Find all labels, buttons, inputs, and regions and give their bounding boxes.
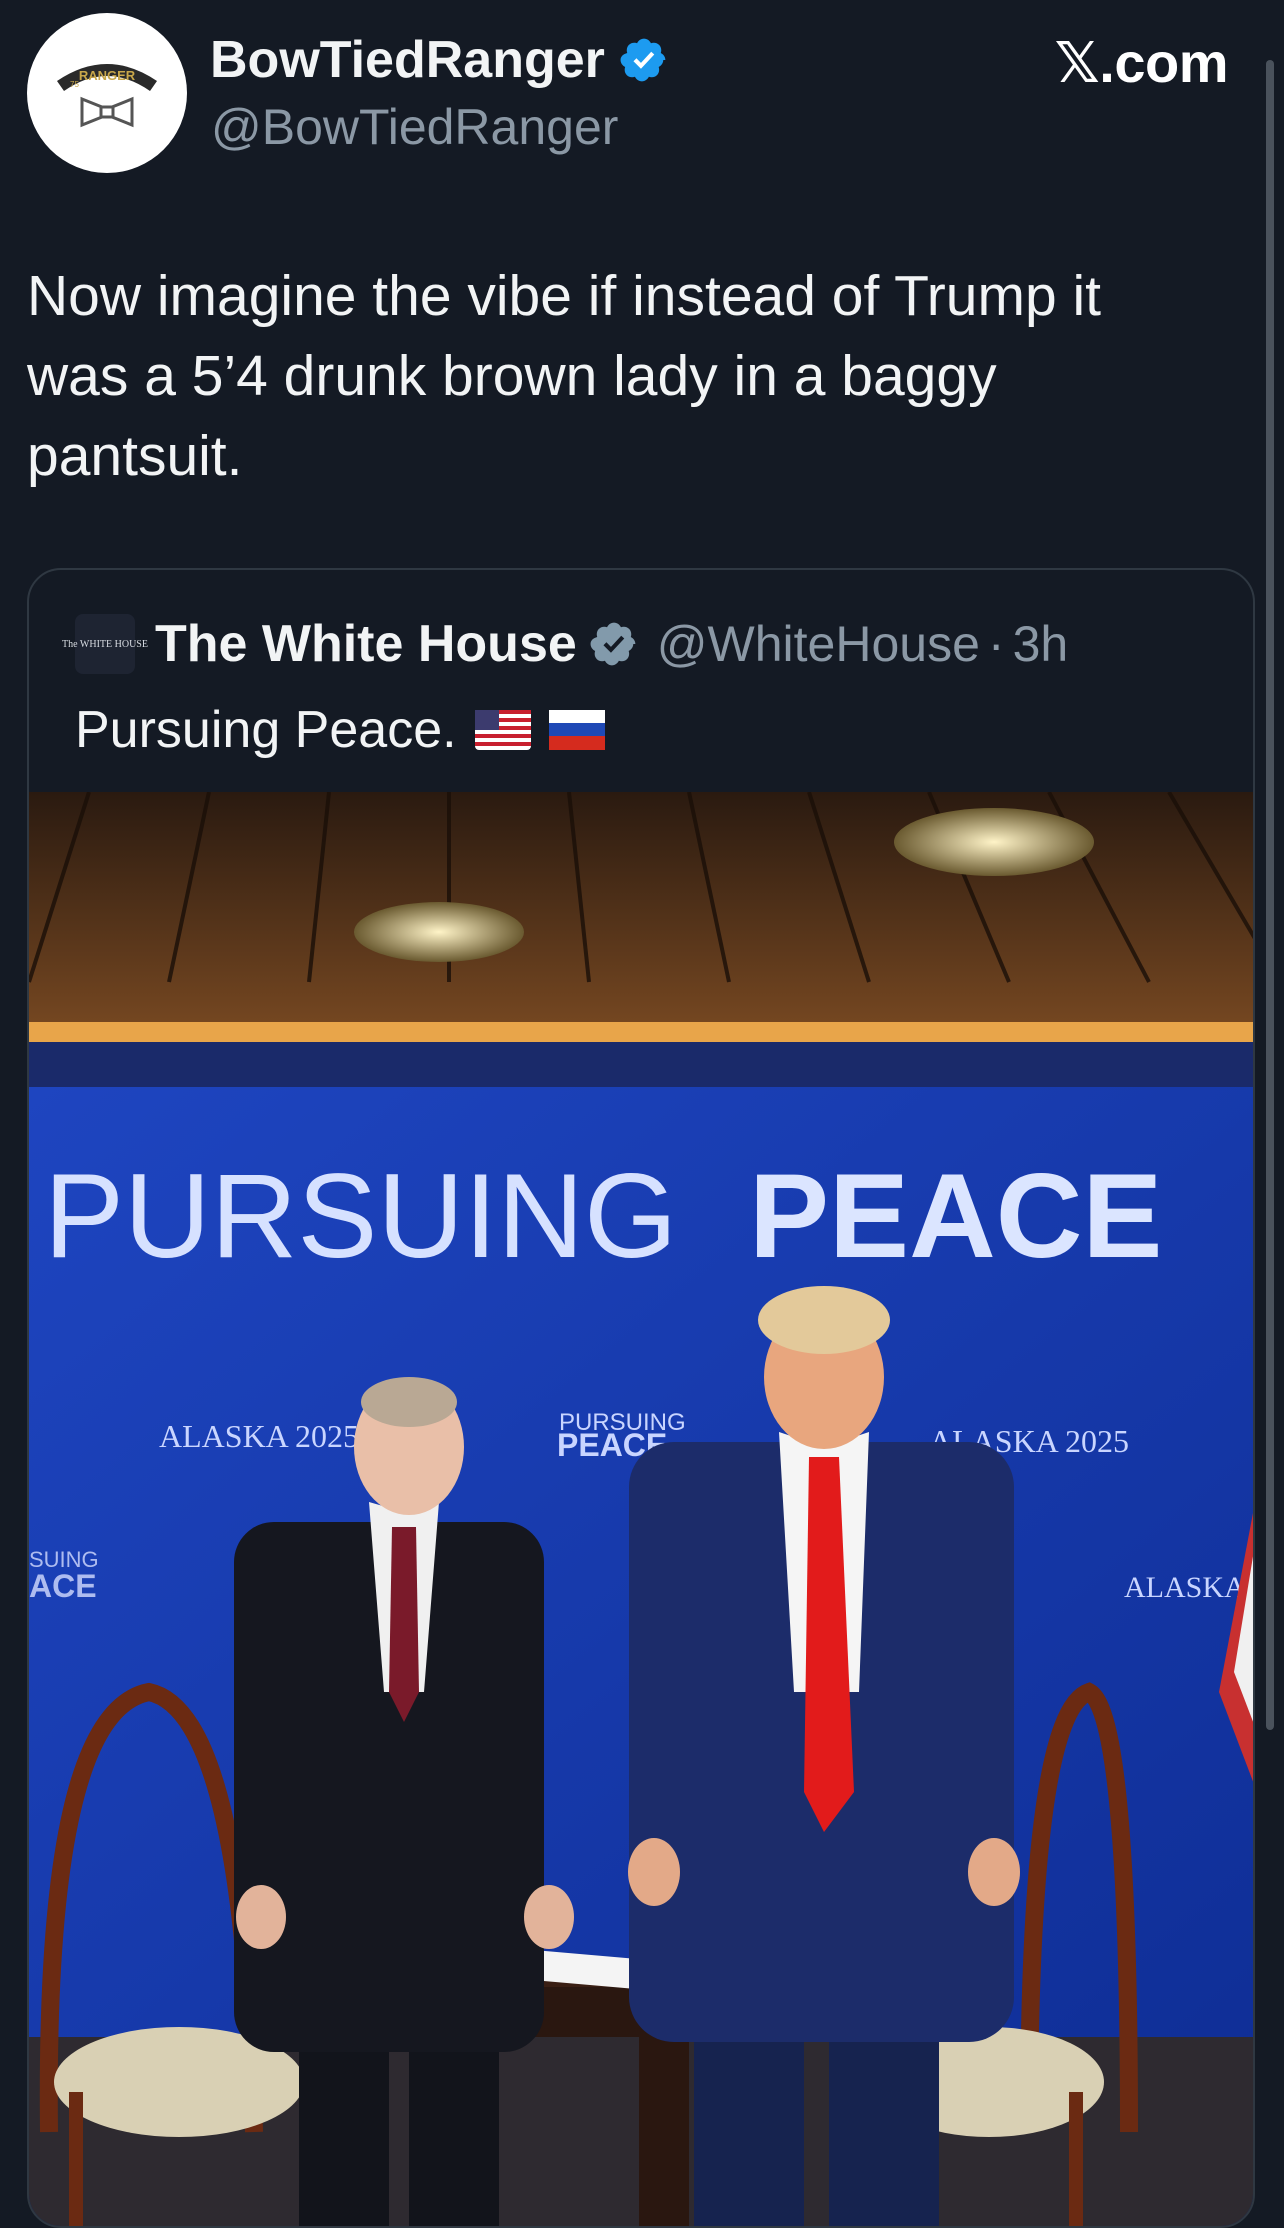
- curtain: [29, 1042, 1253, 1087]
- pursuing-peace-photo[interactable]: PURSUING PEACE ALASKA 2025 PURSUING PEAC…: [29, 792, 1255, 2228]
- quoted-tweet-text: Pursuing Peace.: [75, 700, 605, 760]
- author-avatar[interactable]: RANGER 75: [27, 13, 187, 173]
- scrollbar[interactable]: [1266, 60, 1274, 1730]
- quoted-display-name[interactable]: The White House: [155, 614, 577, 674]
- separator-dot: ·: [987, 616, 1005, 672]
- quoted-tweet-card[interactable]: The WHITE HOUSE The White House @WhiteHo…: [27, 568, 1255, 2228]
- tweet-header: RANGER 75 BowTiedRanger @BowTiedRanger 𝕏…: [0, 0, 1284, 200]
- x-logo[interactable]: 𝕏.com: [1055, 30, 1229, 96]
- white-house-avatar-text: The WHITE HOUSE: [62, 638, 148, 650]
- ceiling-light-strip: [29, 1022, 1253, 1042]
- banner-peace-text: PEACE: [749, 1149, 1162, 1283]
- avatar-tab-digits: 75: [70, 80, 79, 89]
- ranger-tab-icon: RANGER 75: [57, 64, 157, 128]
- backdrop-label-alaska-left: ALASKA 2025: [159, 1418, 359, 1454]
- avatar-tab-text: RANGER: [79, 68, 136, 83]
- verified-badge-icon: [620, 38, 666, 82]
- author-handle[interactable]: @BowTiedRanger: [211, 98, 618, 156]
- backdrop-label-alaska-edge: ALASKA: [1124, 1571, 1246, 1604]
- verified-government-badge-icon: [590, 622, 636, 666]
- ceiling-lamp-right: [894, 808, 1094, 876]
- banner-pursuing-text: PURSUING: [44, 1149, 677, 1283]
- quoted-timestamp[interactable]: 3h: [1013, 615, 1069, 673]
- white-house-avatar[interactable]: The WHITE HOUSE: [62, 614, 148, 674]
- quoted-tweet-header: The WHITE HOUSE The White House @WhiteHo…: [62, 614, 1069, 674]
- us-flag-icon: [474, 710, 531, 750]
- tweet-body-text: Now imagine the vibe if instead of Trump…: [27, 264, 1102, 488]
- ceiling-lamp-left: [354, 902, 524, 962]
- russia-flag-icon: [548, 710, 605, 750]
- author-display-name[interactable]: BowTiedRanger: [210, 30, 669, 90]
- quoted-handle[interactable]: @WhiteHouse: [657, 615, 980, 673]
- quoted-text-body: Pursuing Peace.: [75, 701, 457, 759]
- author-name-text: BowTiedRanger: [210, 31, 605, 89]
- backdrop-label-ace: ACE: [29, 1568, 97, 1604]
